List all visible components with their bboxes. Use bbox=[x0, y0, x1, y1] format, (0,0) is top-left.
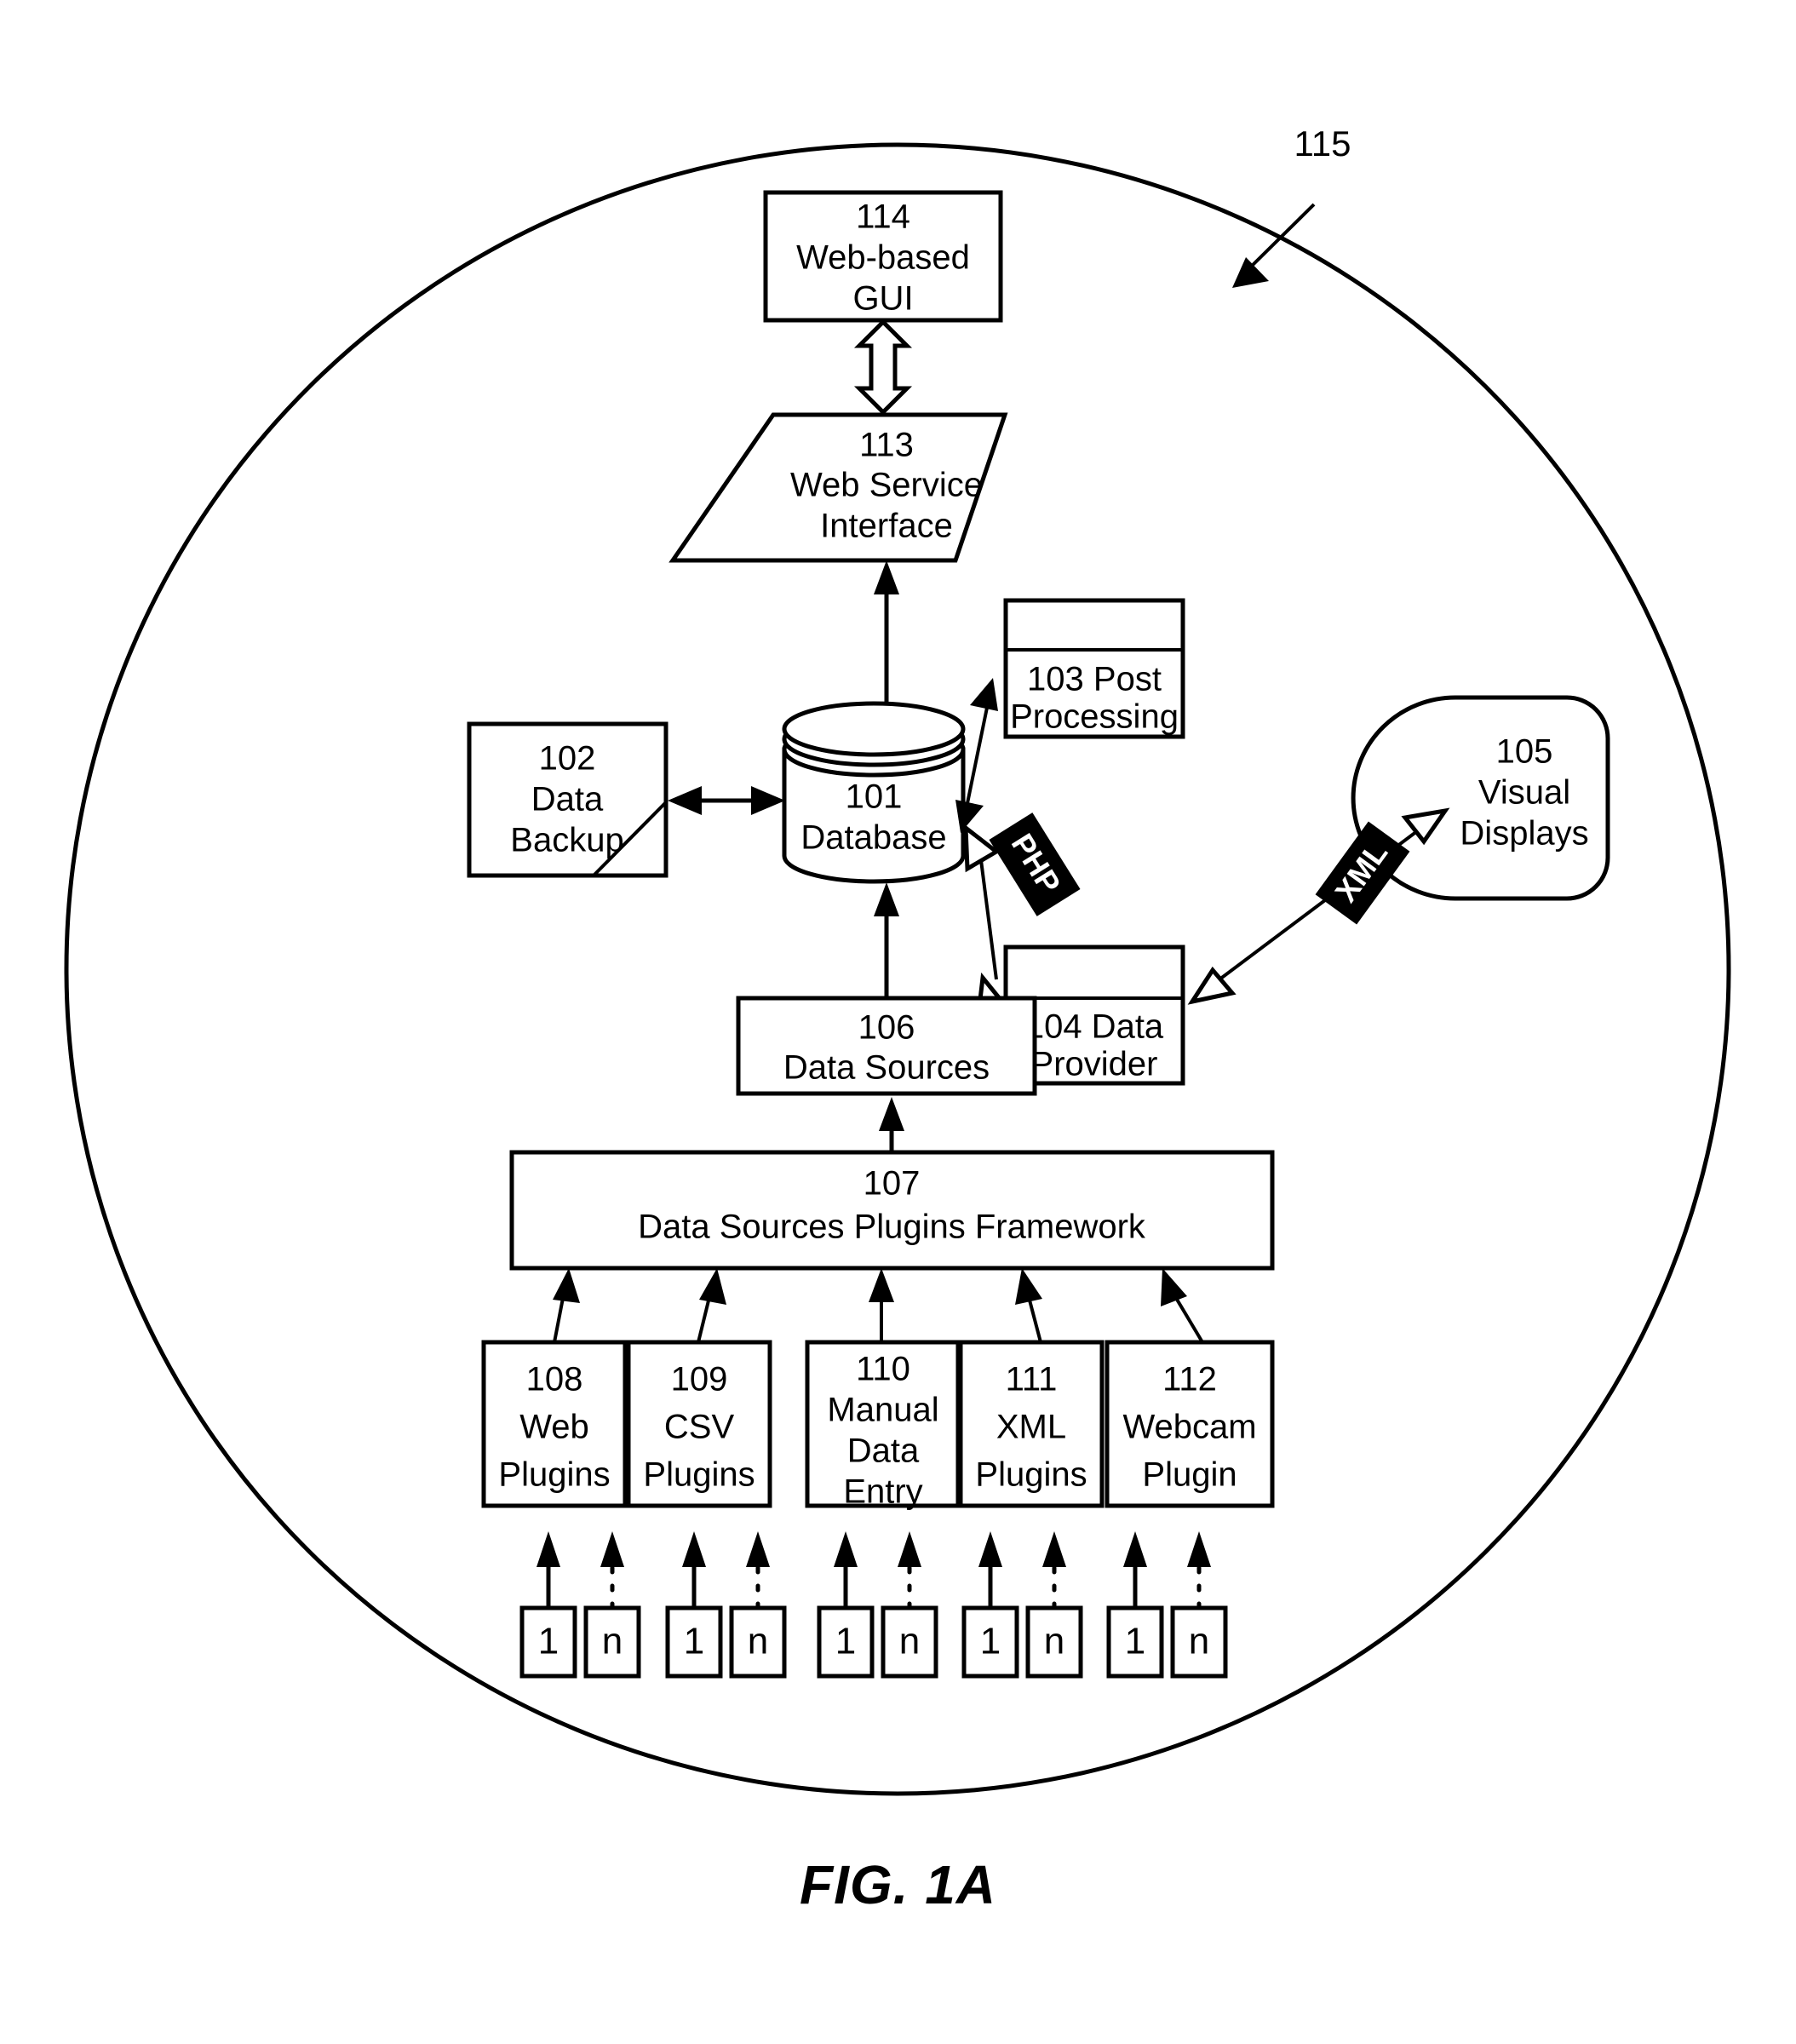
instance-2-first-arrowhead bbox=[682, 1531, 706, 1567]
edge-101-to-104-arrowhead-top bbox=[963, 823, 1001, 873]
edge-108-to-107-arrowhead bbox=[553, 1268, 580, 1303]
edge-106-to-101-arrowhead bbox=[874, 882, 899, 916]
node-109-label-line2: Plugins bbox=[643, 1456, 755, 1494]
system-architecture-diagram: 115 114 Web-based GUI 113 Web Service In… bbox=[64, 123, 1731, 1796]
node-108-label-line1: Web bbox=[519, 1409, 589, 1446]
node-110-label-line1: Manual bbox=[827, 1392, 938, 1429]
instance-5-last-arrowhead bbox=[1187, 1531, 1211, 1567]
node-103-ref-line: 103 Post bbox=[1027, 661, 1162, 698]
node-104-ref-line: 104 Data bbox=[1025, 1008, 1164, 1046]
node-113-ref: 113 bbox=[859, 427, 914, 464]
instance-box-1-last-label: n bbox=[602, 1621, 623, 1662]
node-113-label-line2: Interface bbox=[820, 508, 953, 545]
node-106-ref: 106 bbox=[858, 1009, 915, 1047]
node-109-label-line1: CSV bbox=[664, 1409, 735, 1446]
node-102-label-line2: Backup bbox=[510, 822, 623, 859]
instance-1-last-arrowhead bbox=[600, 1531, 624, 1567]
instance-box-4-last-label: n bbox=[1044, 1621, 1064, 1662]
edge-109-to-107-arrowhead bbox=[699, 1268, 726, 1305]
instance-4-last-arrowhead bbox=[1042, 1531, 1066, 1567]
instance-box-3-last-label: n bbox=[899, 1621, 920, 1662]
node-108-label-line2: Plugins bbox=[498, 1456, 610, 1494]
figure-caption: FIG. 1A bbox=[799, 1854, 997, 1915]
node-113-label-line1: Web Service bbox=[790, 467, 983, 504]
instance-3-last-arrowhead bbox=[898, 1531, 921, 1567]
instance-box-5-first-label: 1 bbox=[1125, 1621, 1145, 1662]
node-105-label-line1: Visual bbox=[1478, 774, 1570, 812]
edge-107-to-106-arrowhead bbox=[879, 1097, 904, 1131]
node-111-ref: 111 bbox=[1006, 1361, 1058, 1398]
edge-102-to-101-arrowhead-right bbox=[751, 786, 785, 815]
node-107-ref: 107 bbox=[864, 1165, 921, 1203]
edge-101-to-104-line bbox=[979, 859, 998, 980]
instance-box-1-first-label: 1 bbox=[538, 1621, 559, 1662]
node-105-label-line2: Displays bbox=[1460, 815, 1588, 853]
node-110-label-line3: Entry bbox=[843, 1473, 922, 1511]
instance-2-last-arrowhead bbox=[746, 1531, 770, 1567]
node-114-label-line1: Web-based bbox=[796, 239, 970, 277]
node-104-label-line2: Provider bbox=[1031, 1046, 1158, 1083]
system-reference-leader bbox=[1243, 203, 1316, 274]
instance-3-first-arrowhead bbox=[834, 1531, 858, 1567]
node-101-label: Database bbox=[800, 819, 946, 857]
system-reference-label: 115 bbox=[1294, 123, 1351, 164]
instance-box-2-last-label: n bbox=[748, 1621, 768, 1662]
instance-4-first-arrowhead bbox=[978, 1531, 1002, 1567]
node-111-label-line2: Plugins bbox=[975, 1456, 1087, 1494]
node-105-ref: 105 bbox=[1496, 733, 1553, 771]
node-102-ref: 102 bbox=[539, 740, 596, 778]
edge-112-to-107-arrowhead bbox=[1161, 1268, 1187, 1306]
instance-box-2-first-label: 1 bbox=[684, 1621, 704, 1662]
edge-101-to-113-arrowhead bbox=[874, 560, 899, 594]
edge-label-php: PHP bbox=[989, 812, 1081, 916]
node-103-label-line2: Processing bbox=[1010, 698, 1179, 736]
edge-108-to-107-line bbox=[553, 1293, 565, 1343]
edge-101-to-103-line bbox=[965, 703, 990, 808]
instance-1-first-arrowhead bbox=[537, 1531, 560, 1567]
edge-113-to-114-double-arrow bbox=[853, 319, 913, 416]
edge-110-to-107-arrowhead bbox=[869, 1268, 894, 1302]
instance-5-first-arrowhead bbox=[1123, 1531, 1147, 1567]
node-108-ref: 108 bbox=[526, 1361, 583, 1398]
node-114-label-line2: GUI bbox=[852, 280, 913, 318]
edge-101-to-103-arrowhead-top bbox=[970, 678, 998, 711]
system-reference-arrowhead bbox=[1232, 257, 1269, 288]
node-112-label-line2: Plugin bbox=[1142, 1456, 1237, 1494]
node-102-label-line1: Data bbox=[531, 781, 604, 818]
edge-111-to-107-arrowhead bbox=[1015, 1268, 1042, 1305]
node-107-label: Data Sources Plugins Framework bbox=[638, 1209, 1146, 1246]
node-109-ref: 109 bbox=[671, 1361, 728, 1398]
node-114-ref: 114 bbox=[856, 198, 910, 236]
instance-box-4-first-label: 1 bbox=[980, 1621, 1001, 1662]
figure-page: 115 114 Web-based GUI 113 Web Service In… bbox=[0, 0, 1796, 2044]
node-112-label-line1: Webcam bbox=[1122, 1409, 1256, 1446]
node-101-ref: 101 bbox=[846, 778, 903, 816]
node-111-label-line1: XML bbox=[996, 1409, 1066, 1446]
instance-box-3-first-label: 1 bbox=[835, 1621, 856, 1662]
node-106-label: Data Sources bbox=[783, 1049, 990, 1087]
edge-102-to-101-arrowhead-left bbox=[668, 786, 702, 815]
node-101-database-ring-1 bbox=[782, 701, 966, 757]
edge-112-to-107-line bbox=[1172, 1292, 1204, 1344]
node-110-ref: 110 bbox=[856, 1351, 910, 1388]
node-112-ref: 112 bbox=[1162, 1361, 1217, 1398]
node-110-label-line2: Data bbox=[847, 1433, 920, 1470]
instance-box-5-last-label: n bbox=[1189, 1621, 1209, 1662]
